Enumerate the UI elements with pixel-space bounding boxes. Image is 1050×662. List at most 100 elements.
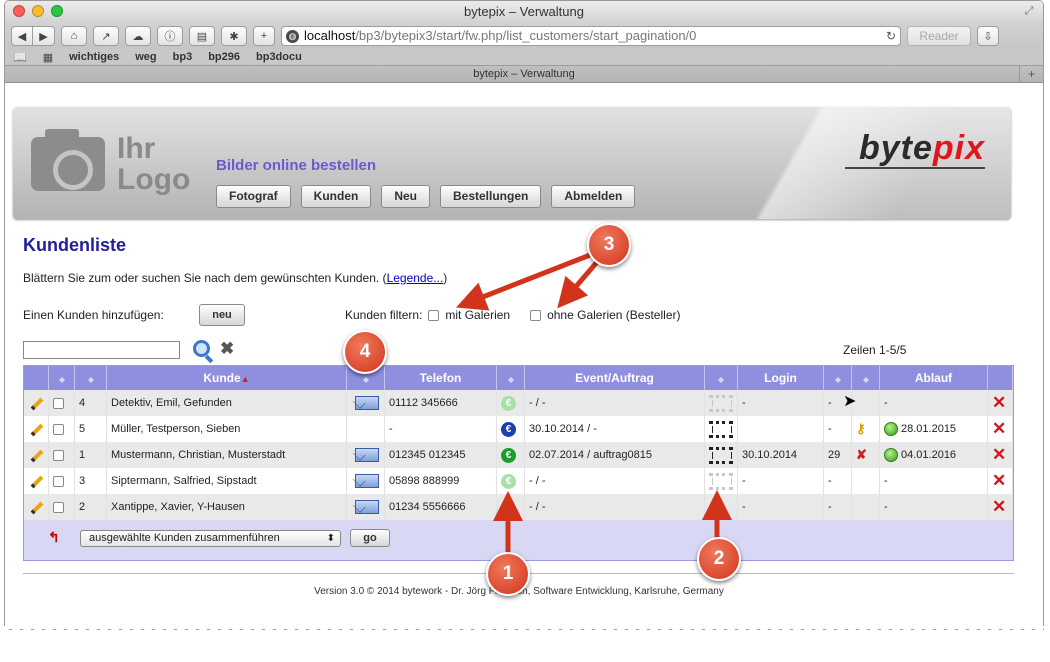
delete-icon[interactable]: ✕	[992, 419, 1006, 438]
col-nr-sort[interactable]	[74, 366, 107, 390]
nav-fotograf-button[interactable]: Fotograf	[216, 185, 291, 208]
bookmark-wichtiges[interactable]: wichtiges	[69, 51, 119, 63]
nav-abmelden-button[interactable]: Abmelden	[551, 185, 636, 208]
gallery-icon[interactable]	[709, 472, 733, 490]
edit-icon[interactable]	[30, 423, 44, 437]
annotation-4: 4	[343, 330, 387, 374]
status-green-icon	[884, 448, 898, 462]
customer-login	[737, 416, 824, 442]
traffic-lights	[13, 5, 63, 17]
euro-icon[interactable]: €	[501, 473, 516, 489]
col-telefon[interactable]: Telefon	[384, 366, 497, 390]
home-icon[interactable]: ⌂	[61, 26, 87, 46]
filter-label: Kunden filtern:	[345, 308, 423, 322]
col-login[interactable]: Login	[737, 366, 824, 390]
nav-kunden-button[interactable]: Kunden	[300, 185, 372, 208]
back-icon[interactable]: ◀	[11, 26, 33, 46]
top-sites-icon[interactable]: ▦	[43, 51, 53, 64]
new-tab-icon[interactable]: +	[1019, 66, 1043, 83]
share-icon[interactable]: ↗	[93, 26, 119, 46]
row-checkbox[interactable]	[53, 397, 64, 409]
reading-list-icon[interactable]: 📖	[13, 51, 27, 64]
col-kunde[interactable]: Kunde▲	[106, 366, 347, 390]
bookmark-weg[interactable]: weg	[135, 51, 156, 63]
row-checkbox[interactable]	[53, 501, 64, 513]
filter-without-galleries-checkbox[interactable]	[530, 309, 542, 321]
edit-icon[interactable]	[30, 449, 44, 463]
col-payment-sort[interactable]	[496, 366, 525, 390]
gallery-icon[interactable]	[709, 446, 733, 464]
go-button[interactable]: go	[350, 529, 390, 547]
merge-select[interactable]: ausgewählte Kunden zusammenführen	[80, 530, 341, 547]
customer-name[interactable]: Müller, Testperson, Sieben	[106, 416, 347, 442]
mail-icon[interactable]	[355, 396, 379, 410]
euro-icon[interactable]: €	[501, 421, 516, 437]
delete-icon[interactable]: ✕	[992, 497, 1006, 516]
mail-icon[interactable]	[355, 474, 379, 488]
customer-name[interactable]: Siptermann, Salfried, Sipstadt	[106, 468, 347, 494]
header-banner: Ihr Logo Bilder online bestellen bytepix…	[13, 107, 1011, 219]
close-icon[interactable]	[13, 5, 25, 17]
puzzle-icon[interactable]: ✱	[221, 26, 247, 46]
customer-count: -	[823, 494, 852, 520]
col-event[interactable]: Event/Auftrag	[524, 366, 705, 390]
edit-icon[interactable]	[30, 475, 44, 489]
minimize-icon[interactable]	[32, 5, 44, 17]
col-select-sort[interactable]	[48, 366, 75, 390]
nav-bestellungen-button[interactable]: Bestellungen	[440, 185, 542, 208]
row-checkbox[interactable]	[53, 423, 64, 435]
add-tab-icon[interactable]: +	[253, 26, 275, 46]
extension-icon[interactable]: ▤	[189, 26, 215, 46]
customer-name[interactable]: Xantippe, Xavier, Y-Hausen	[106, 494, 347, 520]
customer-name[interactable]: Detektiv, Emil, Gefunden	[106, 390, 347, 416]
search-icon[interactable]	[193, 340, 210, 357]
clear-search-icon[interactable]: ✖	[220, 339, 234, 359]
col-gallery-sort[interactable]	[704, 366, 738, 390]
customer-login: -	[737, 494, 824, 520]
mail-icon[interactable]	[355, 500, 379, 514]
customer-login: -	[737, 468, 824, 494]
customer-event: - / -	[524, 468, 705, 494]
delete-icon[interactable]: ✕	[992, 471, 1006, 490]
customer-nr: 3	[74, 468, 107, 494]
edit-icon[interactable]	[30, 397, 44, 411]
delete-icon[interactable]: ✕	[992, 445, 1006, 464]
euro-icon[interactable]: €	[501, 395, 516, 411]
col-count-sort[interactable]	[823, 366, 852, 390]
brand-underline	[845, 167, 985, 169]
reload-icon[interactable]: ↻	[886, 27, 896, 45]
euro-icon[interactable]: €	[501, 447, 516, 463]
col-ablauf[interactable]: Ablauf	[879, 366, 988, 390]
forward-icon[interactable]: ▶	[33, 26, 55, 46]
info-icon[interactable]: ⓘ	[157, 26, 183, 46]
row-checkbox[interactable]	[53, 449, 64, 461]
download-icon[interactable]: ⇩	[977, 26, 999, 46]
camera-icon	[31, 129, 105, 191]
page-title: Kundenliste	[23, 235, 127, 255]
col-rights-sort[interactable]	[851, 366, 880, 390]
filter-with-galleries-checkbox[interactable]	[428, 309, 440, 321]
header-kunde: Kunde	[203, 371, 241, 385]
row-checkbox[interactable]	[53, 475, 64, 487]
legend-link[interactable]: Legende...	[387, 271, 444, 285]
mail-icon[interactable]	[355, 448, 379, 462]
reader-button[interactable]: Reader	[907, 26, 971, 46]
zoom-icon[interactable]	[51, 5, 63, 17]
gallery-icon[interactable]	[709, 394, 733, 412]
fullscreen-icon[interactable]: ⤢	[1023, 5, 1035, 17]
edit-icon[interactable]	[30, 501, 44, 515]
gallery-icon[interactable]	[709, 420, 733, 438]
nav-neu-button[interactable]: Neu	[381, 185, 430, 208]
new-customer-button[interactable]: neu	[199, 304, 245, 326]
bookmark-bp3docu[interactable]: bp3docu	[256, 51, 302, 63]
customer-name[interactable]: Mustermann, Christian, Musterstadt	[106, 442, 347, 468]
bookmark-bp296[interactable]: bp296	[208, 51, 240, 63]
search-input[interactable]	[23, 341, 180, 359]
delete-icon[interactable]: ✕	[992, 393, 1006, 412]
address-bar[interactable]: ◍ localhost/bp3/bytepix3/start/fw.php/li…	[281, 26, 901, 46]
customer-phone: 05898 888999	[384, 468, 497, 494]
bookmark-bp3[interactable]: bp3	[173, 51, 193, 63]
tab-title[interactable]: bytepix – Verwaltung	[473, 68, 575, 80]
cloud-icon[interactable]: ☁	[125, 26, 151, 46]
return-arrow-icon: ↰	[48, 529, 60, 545]
